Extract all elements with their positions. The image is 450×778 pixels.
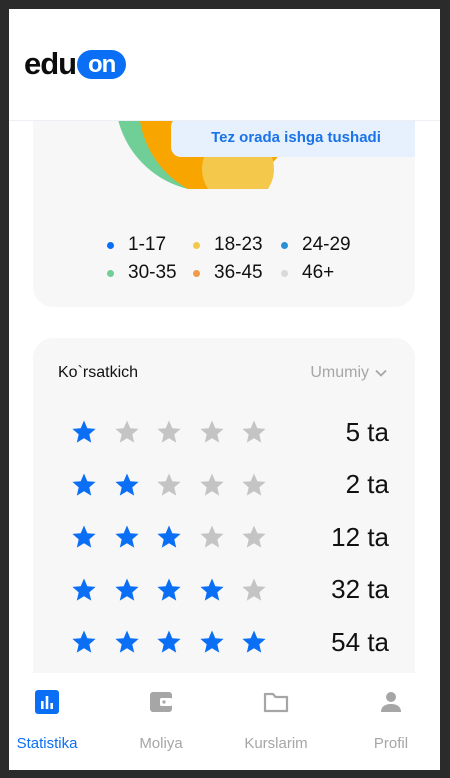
star-filled-icon	[72, 420, 96, 443]
legend-label: 46+	[302, 262, 335, 283]
rating-count: 5 ta	[345, 416, 389, 447]
star-filled-icon	[114, 578, 139, 601]
star-filled-icon	[114, 630, 139, 653]
rating-count: 32 ta	[331, 574, 389, 604]
app-screen: edu on Tez orada ishga tushadi 1-17 18-2…	[9, 9, 440, 770]
nav-profil[interactable]: Profil	[341, 673, 440, 770]
legend-label: 1-17	[128, 234, 167, 255]
star-empty-icon	[157, 473, 181, 496]
star-filled-icon	[72, 525, 96, 548]
star-filled-icon	[114, 473, 139, 496]
legend-dot	[281, 269, 288, 277]
star-filled-icon	[199, 630, 224, 653]
star-empty-icon	[242, 525, 266, 548]
legend-dot	[193, 241, 200, 249]
age-statistics-card: Tez orada ishga tushadi 1-17 18-23 24-29…	[33, 99, 415, 307]
legend-dot	[281, 241, 288, 249]
rating-row: 2 ta	[71, 469, 389, 501]
star-filled-icon	[72, 473, 96, 496]
rating-count: 54 ta	[331, 626, 389, 657]
legend-label: 36-45	[214, 262, 263, 283]
legend-label: 30-35	[128, 262, 177, 283]
age-legend: 1-17 18-23 24-29 30-35 36-45 46+	[107, 234, 407, 284]
star-group	[71, 472, 284, 498]
legend-item: 30-35	[107, 262, 193, 284]
star-empty-icon	[242, 473, 266, 496]
rating-row: 54 ta	[71, 626, 389, 658]
star-empty-icon	[199, 525, 224, 548]
legend-label: 18-23	[214, 234, 263, 255]
nav-kurslarim[interactable]: Kurslarim	[226, 673, 326, 770]
ratings-title: Ko`rsatkich	[58, 364, 139, 381]
star-empty-icon	[114, 420, 139, 443]
legend-item: 46+	[281, 262, 381, 284]
star-group	[71, 419, 284, 445]
star-filled-icon	[114, 525, 139, 548]
star-empty-icon	[242, 578, 266, 601]
legend-item: 36-45	[193, 262, 281, 284]
nav-statistika[interactable]: Statistika	[9, 673, 97, 770]
star-filled-icon	[72, 578, 96, 601]
nav-label: Profil	[373, 735, 409, 752]
star-group	[71, 629, 284, 655]
rating-row: 32 ta	[71, 574, 389, 606]
legend-item: 24-29	[281, 234, 381, 256]
folder-icon	[263, 692, 289, 713]
logo-wordmark: edu	[24, 46, 77, 81]
wallet-icon	[150, 692, 172, 712]
legend-dot	[107, 241, 114, 249]
nav-label: Kurslarim	[244, 735, 308, 752]
star-filled-icon	[199, 578, 224, 601]
bottom-navigation: Statistika Moliya Kurslarim Profil	[9, 673, 440, 770]
eduon-logo[interactable]: edu on	[24, 46, 127, 81]
star-empty-icon	[157, 420, 181, 443]
filter-label: Umumiy	[310, 364, 369, 381]
legend-item: 1-17	[107, 234, 193, 256]
nav-label: Moliya	[139, 735, 183, 752]
ratings-card: Ko`rsatkich Umumiy 5 ta 2 ta 12 ta 32 ta 54 …	[33, 338, 415, 698]
nav-moliya[interactable]: Moliya	[111, 673, 211, 770]
logo-pill: on	[77, 49, 127, 79]
app-header: edu on	[9, 9, 440, 121]
star-filled-icon	[242, 630, 266, 653]
star-group	[71, 524, 284, 550]
legend-item: 18-23	[193, 234, 281, 256]
star-empty-icon	[242, 420, 266, 443]
star-filled-icon	[157, 578, 181, 601]
rating-count: 12 ta	[331, 521, 389, 552]
person-icon	[381, 692, 401, 712]
legend-dot	[107, 269, 114, 277]
chevron-down-icon	[375, 369, 387, 377]
coming-soon-toast: Tez orada ishga tushadi	[171, 117, 415, 157]
legend-dot	[193, 269, 200, 277]
rating-row: 5 ta	[71, 416, 389, 448]
ratings-filter-dropdown[interactable]: Umumiy	[310, 364, 387, 382]
star-empty-icon	[199, 420, 224, 443]
star-filled-icon	[72, 630, 96, 653]
nav-label: Statistika	[16, 735, 78, 752]
star-filled-icon	[157, 525, 181, 548]
rating-row: 12 ta	[71, 521, 389, 553]
star-empty-icon	[199, 473, 224, 496]
legend-label: 24-29	[302, 234, 351, 255]
star-filled-icon	[157, 630, 181, 653]
star-group	[71, 577, 284, 603]
bar-chart-icon	[35, 690, 59, 714]
rating-count: 2 ta	[345, 469, 389, 499]
